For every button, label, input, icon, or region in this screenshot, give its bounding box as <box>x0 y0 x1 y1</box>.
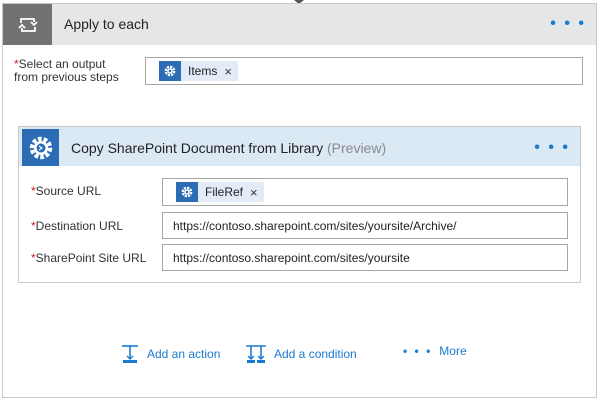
gear-icon <box>176 182 198 202</box>
apply-to-each-header[interactable]: Apply to each • • • <box>3 4 596 45</box>
copy-document-action-card: Copy SharePoint Document from Library (P… <box>18 126 581 283</box>
add-action-icon <box>122 345 138 363</box>
fileref-token: FileRef × <box>176 182 264 202</box>
action-name: Copy SharePoint Document from Library <box>71 140 324 156</box>
preview-tag: (Preview) <box>327 140 387 156</box>
apply-to-each-card: Apply to each • • • *Select an output fr… <box>2 3 597 398</box>
add-condition-icon <box>246 345 266 363</box>
add-action-button[interactable]: Add an action <box>120 344 220 364</box>
site-url-input[interactable]: https://contoso.sharepoint.com/sites/you… <box>162 244 568 271</box>
copy-document-more-menu[interactable]: • • • <box>534 140 570 156</box>
add-condition-label: Add a condition <box>274 347 357 361</box>
source-url-input[interactable]: FileRef × <box>162 178 568 206</box>
more-button[interactable]: • • • More <box>403 344 467 358</box>
site-url-label-text: SharePoint Site URL <box>35 251 147 265</box>
fileref-token-label: FileRef <box>205 185 244 199</box>
destination-url-label: *Destination URL <box>31 220 123 233</box>
destination-url-input[interactable]: https://contoso.sharepoint.com/sites/you… <box>162 212 568 239</box>
copy-document-action-header[interactable]: Copy SharePoint Document from Library (P… <box>19 127 580 166</box>
gear-icon <box>22 129 59 166</box>
select-output-label-line2: from previous steps <box>14 70 119 84</box>
source-url-label: *Source URL <box>31 185 101 198</box>
items-token-label: Items <box>188 64 218 78</box>
items-token-remove-button[interactable]: × <box>224 64 232 79</box>
gear-icon <box>159 61 181 81</box>
destination-url-label-text: Destination URL <box>35 219 124 233</box>
more-dots-icon: • • • <box>403 344 433 358</box>
copy-document-action-title: Copy SharePoint Document from Library (P… <box>71 140 386 156</box>
select-output-label-line1: Select an output <box>18 57 106 71</box>
site-url-label: *SharePoint Site URL <box>31 252 146 265</box>
loop-icon <box>3 4 52 45</box>
destination-url-value: https://contoso.sharepoint.com/sites/you… <box>173 219 457 233</box>
select-output-input[interactable]: Items × <box>145 57 583 85</box>
source-url-label-text: Source URL <box>35 184 102 198</box>
add-condition-button[interactable]: Add a condition <box>245 344 357 364</box>
more-label: More <box>439 344 467 358</box>
items-token: Items × <box>159 61 238 81</box>
apply-to-each-title: Apply to each <box>64 16 149 32</box>
apply-to-each-more-menu[interactable]: • • • <box>550 16 586 32</box>
add-action-label: Add an action <box>147 347 221 361</box>
select-output-label: *Select an output from previous steps <box>14 58 119 84</box>
site-url-value: https://contoso.sharepoint.com/sites/you… <box>173 251 410 265</box>
fileref-token-remove-button[interactable]: × <box>250 185 258 200</box>
